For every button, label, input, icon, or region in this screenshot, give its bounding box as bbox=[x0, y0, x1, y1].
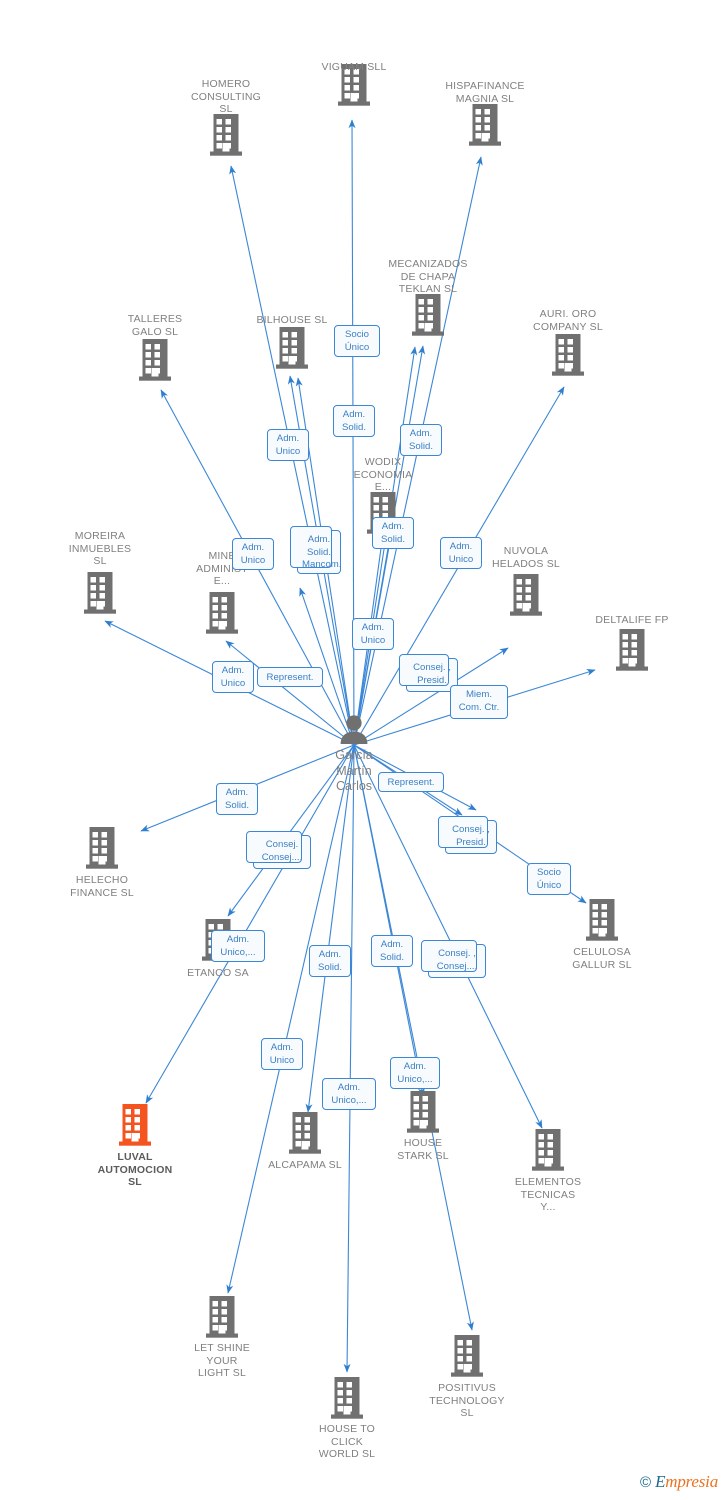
edge-person-to-alcapama bbox=[305, 744, 355, 1113]
relation-label-l-adm-solid-viguam[interactable]: Adm. Solid. bbox=[333, 405, 375, 437]
building-icon bbox=[162, 1294, 282, 1340]
building-icon bbox=[245, 1110, 365, 1156]
company-label-bilhouse: BILHOUSE SL bbox=[256, 314, 328, 326]
relation-label-l-adm-solid-helecho[interactable]: Adm. Solid. bbox=[216, 783, 258, 815]
building-icon bbox=[488, 1127, 608, 1173]
building-icon bbox=[42, 825, 162, 871]
network-diagram-canvas: HOMERO CONSULTING SL VIGUAM SLL HISPAFINAN… bbox=[0, 0, 728, 1500]
relation-label-l-adm-solid-wodix[interactable]: Adm. Solid. bbox=[372, 517, 414, 549]
watermark-empresia: © Empresia bbox=[640, 1472, 718, 1492]
relation-label-l-consej-consej-2[interactable]: Consej. , Consej.... bbox=[421, 940, 486, 978]
company-node-housetoclick[interactable]: HOUSE TO CLICK WORLD SL bbox=[287, 1375, 407, 1461]
relation-label-l-consej-presid-2[interactable]: Consej. , Presid. bbox=[438, 816, 497, 854]
building-icon bbox=[407, 1333, 527, 1379]
building-icon bbox=[572, 627, 692, 673]
company-label-hispafinance: HISPAFINANCE MAGNIA SL bbox=[445, 80, 525, 105]
building-icon bbox=[287, 1375, 407, 1421]
company-node-luval[interactable]: LUVAL AUTOMOCION SL bbox=[75, 1102, 195, 1189]
relation-label-l-adm-unico-etanco[interactable]: Adm. Unico,... bbox=[211, 930, 265, 962]
building-icon bbox=[363, 1089, 483, 1135]
company-node-alcapama[interactable]: ALCAPAMA SL bbox=[245, 1110, 365, 1172]
company-label-viguam: VIGUAM SLL bbox=[321, 61, 387, 73]
building-icon bbox=[95, 337, 215, 383]
company-node-mecanizados[interactable]: MECANIZADOS DE CHAPA TEKLAN SL bbox=[368, 258, 488, 336]
company-label-etanco: ETANCO SA bbox=[187, 967, 249, 979]
relation-label-l-consej-consej-1[interactable]: Consej. Consej.... bbox=[246, 831, 311, 869]
relation-label-l-adm-unico-positivus[interactable]: Adm. Unico,... bbox=[390, 1057, 440, 1089]
company-label-talleres: TALLERES GALO SL bbox=[127, 313, 183, 338]
building-icon bbox=[425, 102, 545, 148]
brand-label: Empresia bbox=[655, 1472, 718, 1492]
company-label-housestark: HOUSE STARK SL bbox=[397, 1137, 449, 1162]
copyright-icon: © bbox=[640, 1473, 652, 1491]
company-label-helecho: HELECHO FINANCE SL bbox=[70, 874, 134, 899]
company-label-moreira: MOREIRA INMUEBLES SL bbox=[68, 530, 132, 567]
company-label-alcapama: ALCAPAMA SL bbox=[268, 1159, 342, 1171]
edge-person-to-housetoclick bbox=[343, 744, 355, 1373]
company-label-elementos: ELEMENTOS TECNICAS Y... bbox=[514, 1176, 582, 1213]
relation-label-l-represent-center[interactable]: Represent. bbox=[378, 772, 444, 792]
relation-label-l-adm-unico-housetoclick[interactable]: Adm. Unico,... bbox=[322, 1078, 376, 1110]
company-node-letshine[interactable]: LET SHINE YOUR LIGHT SL bbox=[162, 1294, 282, 1380]
edge-person-to-housestark bbox=[353, 744, 425, 1097]
relation-label-l-adm-unico-mine[interactable]: Adm. Unico bbox=[232, 538, 274, 570]
relation-label-l-adm-solid-alcap[interactable]: Adm. Solid. bbox=[309, 945, 351, 977]
company-label-celulosa: CELULOSA GALLUR SL bbox=[572, 946, 632, 971]
company-node-celulosa[interactable]: CELULOSA GALLUR SL bbox=[542, 897, 662, 971]
relation-label-l-adm-unico-nuvola[interactable]: Adm. Unico bbox=[440, 537, 482, 569]
relation-label-l-represent-mine[interactable]: Represent. bbox=[257, 667, 323, 687]
edge-person-to-letshine bbox=[226, 744, 355, 1294]
company-node-wodix[interactable]: WODIX ECONOMIA E... bbox=[323, 456, 443, 534]
company-label-auri: AURI. ORO COMPANY SL bbox=[533, 308, 603, 333]
company-label-housetoclick: HOUSE TO CLICK WORLD SL bbox=[318, 1423, 376, 1460]
person-icon bbox=[337, 715, 371, 748]
building-icon bbox=[466, 572, 586, 618]
building-icon bbox=[75, 1102, 195, 1148]
company-label-homero: HOMERO CONSULTING SL bbox=[190, 78, 262, 115]
brand-rest: mpresia bbox=[665, 1472, 718, 1491]
company-node-talleres[interactable]: TALLERES GALO SL bbox=[95, 313, 215, 381]
company-node-viguam[interactable]: VIGUAM SLL bbox=[294, 61, 414, 106]
relation-label-l-adm-unico-center[interactable]: Adm. Unico bbox=[352, 618, 394, 650]
relation-label-l-socio-unico-top[interactable]: Socio Único bbox=[334, 325, 380, 357]
company-node-hispafinance[interactable]: HISPAFINANCE MAGNIA SL bbox=[425, 80, 545, 146]
relation-label-l-socio-unico-trir[interactable]: Socio Único bbox=[527, 863, 571, 895]
company-node-elementos[interactable]: ELEMENTOS TECNICAS Y... bbox=[488, 1127, 608, 1214]
brand-initial: E bbox=[655, 1472, 666, 1491]
company-label-wodix: WODIX ECONOMIA E... bbox=[353, 456, 413, 493]
company-node-auri[interactable]: AURI. ORO COMPANY SL bbox=[508, 308, 628, 376]
relation-label-l-adm-solid-stark[interactable]: Adm. Solid. bbox=[371, 935, 413, 967]
relation-label-l-adm-unico-bilhouse[interactable]: Adm. Unico bbox=[267, 429, 309, 461]
relation-label-l-adm-unico-moreira[interactable]: Adm. Unico bbox=[212, 661, 254, 693]
company-node-homero[interactable]: HOMERO CONSULTING SL bbox=[166, 78, 286, 156]
building-icon bbox=[508, 332, 628, 378]
company-label-mecanizados: MECANIZADOS DE CHAPA TEKLAN SL bbox=[388, 258, 468, 295]
company-label-letshine: LET SHINE YOUR LIGHT SL bbox=[194, 1342, 250, 1379]
company-node-positivus[interactable]: POSITIVUS TECHNOLOGY SL bbox=[407, 1333, 527, 1420]
relation-label-l-adm-solid-mecan[interactable]: Adm. Solid. bbox=[400, 424, 442, 456]
building-icon bbox=[166, 112, 286, 158]
company-label-positivus: POSITIVUS TECHNOLOGY SL bbox=[429, 1382, 505, 1419]
building-icon bbox=[542, 897, 662, 943]
building-icon bbox=[40, 570, 160, 616]
building-icon bbox=[162, 590, 282, 636]
relation-label-l-adm-solid-mancom[interactable]: Adm. Solid. Mancom. bbox=[290, 526, 341, 574]
company-node-housestark[interactable]: HOUSE STARK SL bbox=[363, 1089, 483, 1162]
company-node-helecho[interactable]: HELECHO FINANCE SL bbox=[42, 825, 162, 899]
company-label-nuvola: NUVOLA HELADOS SL bbox=[492, 545, 560, 570]
company-label-luval: LUVAL AUTOMOCION SL bbox=[97, 1151, 173, 1188]
company-label-deltalife: DELTALIFE FP bbox=[595, 614, 669, 626]
relation-label-l-miem-com-ctr[interactable]: Miem. Com. Ctr. bbox=[450, 685, 508, 719]
building-icon bbox=[368, 292, 488, 338]
relation-label-l-adm-unico-letshine[interactable]: Adm. Unico bbox=[261, 1038, 303, 1070]
